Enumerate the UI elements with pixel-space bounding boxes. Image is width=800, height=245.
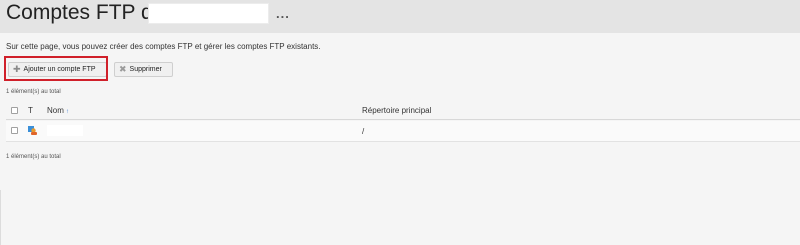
account-name-link[interactable]	[47, 125, 83, 136]
redacted-domain-name	[148, 3, 269, 24]
plus-icon: ✚	[13, 64, 21, 74]
delete-button[interactable]: ✖ Supprimer	[114, 62, 173, 77]
page-title: Comptes FTP de	[6, 1, 165, 24]
delete-label: Supprimer	[129, 66, 162, 73]
add-ftp-account-button[interactable]: ✚ Ajouter un compte FTP	[8, 62, 107, 77]
table-row: /	[6, 121, 800, 142]
home-directory-value: /	[362, 127, 365, 136]
more-options-button[interactable]: ...	[276, 6, 290, 21]
select-all-checkbox[interactable]	[11, 107, 18, 114]
x-icon: ✖	[119, 64, 127, 74]
add-ftp-account-label: Ajouter un compte FTP	[23, 66, 96, 73]
column-directory[interactable]: Répertoire principal	[362, 106, 431, 115]
page-description: Sur cette page, vous pouvez créer des co…	[6, 42, 321, 51]
column-name[interactable]: Nom ↑	[47, 106, 69, 115]
row-checkbox[interactable]	[11, 127, 18, 134]
sort-arrow-icon: ↑	[65, 109, 69, 115]
column-name-label: Nom	[47, 106, 64, 115]
ftp-user-icon	[28, 126, 37, 135]
column-type[interactable]: T	[28, 106, 33, 115]
total-count-bottom: 1 élément(s) au total	[6, 154, 61, 160]
table-header: T Nom ↑ Répertoire principal	[6, 101, 800, 120]
total-count-top: 1 élément(s) au total	[6, 89, 61, 95]
divider	[0, 190, 1, 245]
page-header: Comptes FTP de ...	[0, 0, 800, 33]
